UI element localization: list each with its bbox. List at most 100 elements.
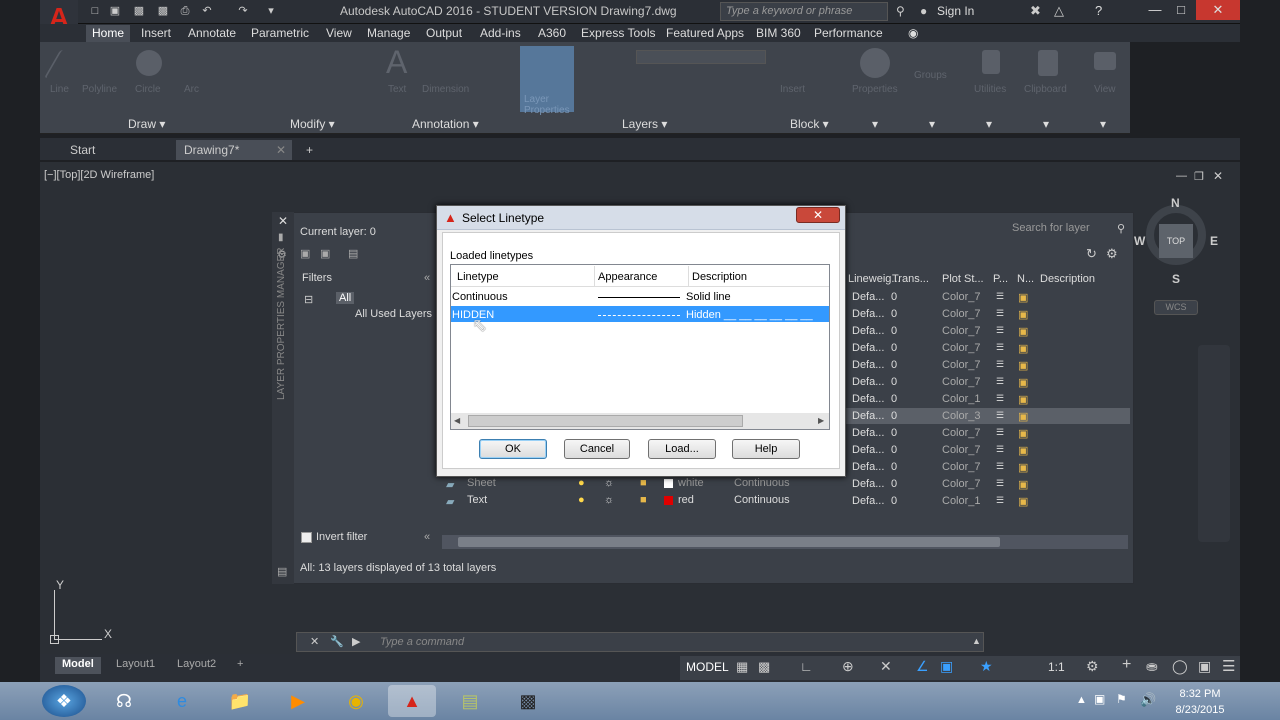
sign-in-link[interactable]: Sign In — [937, 4, 974, 18]
layer-lineweight[interactable]: Defa... — [852, 410, 884, 422]
tab-performance[interactable]: Performance — [808, 25, 889, 42]
layer-lineweight[interactable]: Defa... — [852, 376, 884, 388]
vp-freeze-icon[interactable]: ▣ — [1018, 444, 1028, 457]
open-icon[interactable]: ▣ — [108, 4, 122, 18]
viewport-restore-icon[interactable]: ❐ — [1194, 170, 1204, 183]
compass-south[interactable]: S — [1172, 272, 1180, 286]
layer-plot-style[interactable]: Color_7 — [942, 376, 981, 388]
layer-plot-style[interactable]: Color_7 — [942, 342, 981, 354]
vp-freeze-icon[interactable]: ▣ — [1018, 342, 1028, 355]
vp-freeze-icon[interactable]: ▣ — [1018, 478, 1028, 491]
osnap-icon[interactable]: ✕ — [880, 658, 892, 675]
layer-transparency[interactable]: 0 — [891, 325, 897, 337]
exchange-icon[interactable]: ✖ — [1030, 3, 1041, 19]
command-input[interactable]: Type a command — [380, 636, 464, 648]
layer-linetype-sheet[interactable]: Continuous — [734, 477, 790, 489]
plot-printer-icon[interactable]: ☰ — [996, 376, 1004, 387]
view-panel-toggle[interactable]: ▾ — [1100, 117, 1106, 131]
file-explorer-icon[interactable]: 📁 — [216, 685, 264, 717]
layer-plot-style[interactable]: Color_7 — [942, 325, 981, 337]
layer-lineweight[interactable]: Defa... — [852, 461, 884, 473]
grid-icon[interactable]: ▦ — [736, 659, 748, 675]
tab-model[interactable]: Model — [55, 657, 101, 674]
properties-icon[interactable] — [860, 48, 890, 78]
cmd-customize-icon[interactable]: 🔧 — [330, 635, 344, 648]
help-icon[interactable]: ? — [1095, 3, 1102, 18]
filter-all-used-layers[interactable]: All Used Layers — [355, 308, 432, 320]
plot-printer-icon[interactable]: ☰ — [996, 427, 1004, 438]
panel-modify[interactable]: Modify ▾ — [290, 117, 335, 131]
viewport-controls[interactable]: [−][Top][2D Wireframe] — [44, 169, 154, 181]
hardware-accel-icon[interactable]: ◯ — [1172, 658, 1188, 675]
cmd-history-icon[interactable]: ▲ — [972, 636, 981, 646]
layer-unlock-icon[interactable]: ■ — [640, 494, 647, 506]
tab-express-tools[interactable]: Express Tools — [575, 25, 661, 42]
linetype-continuous[interactable]: Continuous — [452, 291, 508, 303]
close-window-button[interactable]: ✕ — [1196, 0, 1240, 20]
col-linetype[interactable]: Linetype — [457, 271, 499, 283]
layer-transparency[interactable]: 0 — [891, 461, 897, 473]
plot-printer-icon[interactable]: ☰ — [996, 325, 1004, 336]
layer-lineweight[interactable]: Defa... — [852, 342, 884, 354]
layer-lineweight[interactable]: Defa... — [852, 308, 884, 320]
layer-lineweight[interactable]: Defa... — [852, 291, 884, 303]
layer-plot-style[interactable]: Color_3 — [942, 410, 981, 422]
tab-parametric[interactable]: Parametric — [245, 25, 315, 42]
plot-printer-icon[interactable]: ☰ — [996, 410, 1004, 421]
layer-plot-style[interactable]: Color_7 — [942, 359, 981, 371]
linetype-hscroll-thumb[interactable] — [468, 415, 743, 427]
tab-layout1[interactable]: Layout1 — [109, 657, 162, 674]
dialog-close-button[interactable]: ✕ — [796, 207, 840, 223]
vp-freeze-icon[interactable]: ▣ — [1018, 461, 1028, 474]
vp-freeze-icon[interactable]: ▣ — [1018, 376, 1028, 389]
new-tab-button[interactable]: + — [298, 140, 321, 160]
vp-freeze-icon[interactable]: ▣ — [1018, 495, 1028, 508]
vp-freeze-icon[interactable]: ▣ — [1018, 325, 1028, 338]
layer-properties-button[interactable]: Layer Properties — [520, 46, 574, 116]
layer-lineweight[interactable]: Defa... — [852, 359, 884, 371]
properties-panel-toggle[interactable]: ▾ — [872, 117, 878, 131]
layer-plot-style[interactable]: Color_7 — [942, 427, 981, 439]
layer-states-icon[interactable]: ▤ — [348, 247, 358, 260]
layer-name-sheet[interactable]: Sheet — [467, 477, 496, 489]
annotation-add-icon[interactable]: + — [1122, 656, 1131, 674]
layer-table-hscroll-thumb[interactable] — [458, 537, 1000, 547]
col-description[interactable]: Description — [1040, 273, 1095, 285]
media-player-icon[interactable]: ▶ — [274, 685, 322, 717]
layer-plot-style[interactable]: Color_7 — [942, 478, 981, 490]
layer-transparency[interactable]: 0 — [891, 342, 897, 354]
layer-lineweight[interactable]: Defa... — [852, 427, 884, 439]
layer-dropdown[interactable] — [636, 50, 766, 64]
volume-icon[interactable]: 🔊 — [1140, 692, 1156, 708]
viewcube-top[interactable]: TOP — [1159, 224, 1193, 258]
panel-draw[interactable]: Draw ▾ — [128, 117, 165, 131]
wcs-menu[interactable]: WCS — [1154, 300, 1198, 315]
layer-lineweight[interactable]: Defa... — [852, 495, 884, 507]
col-plot[interactable]: P... — [993, 273, 1008, 285]
layer-lineweight[interactable]: Defa... — [852, 478, 884, 490]
tray-network-icon[interactable]: ▣ — [1094, 692, 1105, 706]
transparency-icon[interactable]: ▣ — [940, 658, 953, 675]
clean-screen-icon[interactable]: ▣ — [1198, 658, 1211, 675]
panel-layers[interactable]: Layers ▾ — [622, 117, 667, 131]
new-filter-icon[interactable]: ▣ — [300, 247, 310, 260]
layer-color-sheet[interactable]: white — [678, 477, 704, 489]
recorder-icon[interactable]: ▩ — [504, 685, 552, 717]
layer-transparency[interactable]: 0 — [891, 308, 897, 320]
linetype-list[interactable] — [450, 264, 830, 430]
layer-plot-style[interactable]: Color_1 — [942, 495, 981, 507]
plot-printer-icon[interactable]: ☰ — [996, 495, 1004, 506]
layer-on-icon[interactable]: ● — [578, 494, 585, 506]
plot-printer-icon[interactable]: ☰ — [996, 359, 1004, 370]
new-group-filter-icon[interactable]: ▣ — [320, 247, 330, 260]
layer-plot-style[interactable]: Color_7 — [942, 461, 981, 473]
circle-tool-icon[interactable] — [136, 50, 162, 76]
utilities-icon[interactable] — [982, 50, 1000, 74]
notepad-icon[interactable]: ▤ — [446, 685, 494, 717]
layer-plot-style[interactable]: Color_7 — [942, 308, 981, 320]
navigation-bar[interactable] — [1198, 345, 1230, 542]
col-transparency[interactable]: Trans... — [892, 273, 929, 285]
col-appearance[interactable]: Appearance — [598, 271, 657, 283]
workspace-gear-icon[interactable]: ⚙ — [1086, 658, 1099, 675]
collapse-icon[interactable]: « — [424, 531, 430, 543]
